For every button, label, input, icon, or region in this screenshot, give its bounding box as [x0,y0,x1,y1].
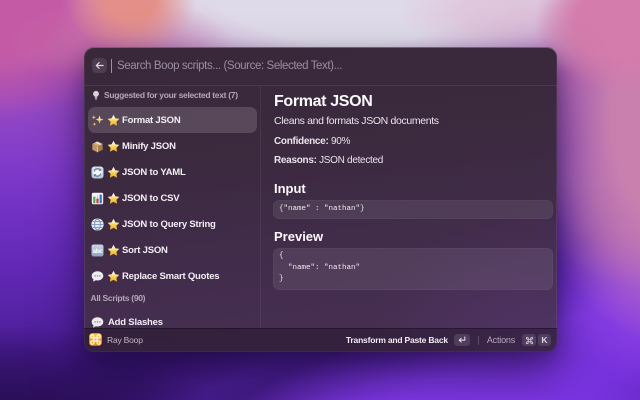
svg-text:abc: abc [92,248,103,255]
